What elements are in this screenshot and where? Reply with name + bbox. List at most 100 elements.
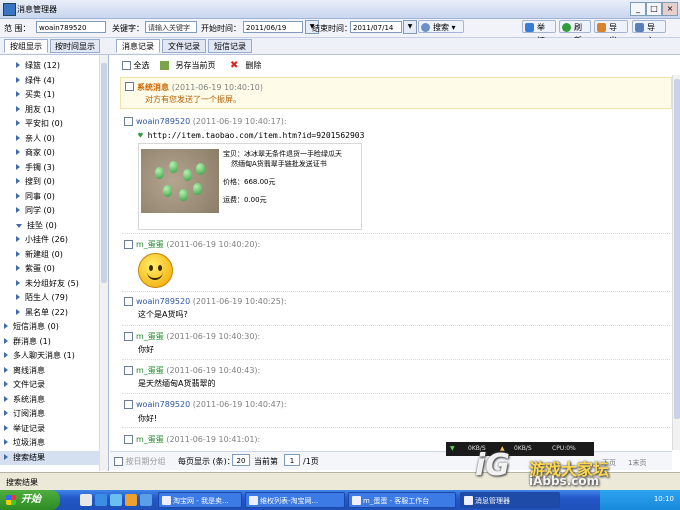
collapsed-arrow-icon[interactable] [4,395,8,402]
tab-file-records[interactable]: 文件记录 [162,39,206,53]
collapsed-arrow-icon[interactable] [4,366,8,373]
sidebar-item[interactable]: 系统消息 [0,393,100,407]
end-date-dropdown-icon[interactable]: ▼ [403,20,417,34]
ie-icon[interactable] [95,494,107,506]
message-scroll-thumb[interactable] [674,79,680,419]
scope-field[interactable]: woain789520 [36,21,106,33]
sidebar-item[interactable]: 新建组 (0) [0,248,100,262]
message-scrollbar[interactable] [672,75,680,450]
sidebar-item[interactable]: 搜到 (0) [0,175,100,189]
keyword-input[interactable]: 请输入关键字 [145,21,197,33]
collapsed-arrow-icon[interactable] [16,265,20,271]
sidebar-item[interactable]: 平安扣 (0) [0,117,100,131]
sidebar-item[interactable]: 绿篮 (12) [0,59,100,73]
sidebar-item[interactable]: 商家 (0) [0,146,100,160]
import-button[interactable]: 导入 [632,20,666,45]
per-page-input[interactable]: 20 [232,454,250,466]
sidebar-scrollbar[interactable] [99,55,108,471]
collapsed-arrow-icon[interactable] [4,337,8,344]
collapsed-arrow-icon[interactable] [16,134,20,141]
collapsed-arrow-icon[interactable] [4,453,8,460]
tab-sms-records[interactable]: 短信记录 [208,39,252,53]
collapsed-arrow-icon[interactable] [4,439,8,445]
start-date-field[interactable]: 2011/06/19 [243,21,303,33]
sidebar-item[interactable]: 未分组好友 (5) [0,277,100,291]
refresh-button[interactable]: 刷新 [559,20,591,45]
collapsed-arrow-icon[interactable] [16,192,20,199]
select-all-checkbox[interactable]: 全选 [122,60,150,72]
sidebar-item[interactable]: 同学 (0) [0,204,100,218]
sidebar-item[interactable]: 群消息 (1) [0,335,100,349]
collapsed-arrow-icon[interactable] [4,352,8,358]
sidebar-item[interactable]: 手镯 (3) [0,161,100,175]
taskbar-button-rights[interactable]: 维权列表-淘宝网... [245,492,345,508]
sidebar-item[interactable]: 朋友 (1) [0,103,100,117]
message-checkbox[interactable] [124,332,133,341]
collapsed-arrow-icon[interactable] [16,149,20,155]
collapsed-arrow-icon[interactable] [16,236,20,242]
message-checkbox[interactable] [125,82,134,91]
sidebar-item[interactable]: 黑名单 (22) [0,306,100,320]
taskbar-button-taobao[interactable]: 淘宝网 - 我是卖... [158,492,242,508]
sidebar-item[interactable]: 垃圾消息 [0,436,100,450]
end-date-field[interactable]: 2011/07/14 [350,21,402,33]
group-by-date-checkbox[interactable]: 按日期分组 [114,456,166,467]
message-checkbox[interactable] [124,297,133,306]
product-card[interactable]: 宝贝：冰冰翠无条件退货一手睑绿瓜天 然缅甸A货翡翠手链批发送证书 价格：668.… [138,143,362,230]
collapsed-arrow-icon[interactable] [16,250,20,257]
sidebar-item[interactable]: 搜索结果 [0,450,100,465]
collapsed-arrow-icon[interactable] [16,178,20,184]
collapsed-arrow-icon[interactable] [16,91,20,97]
media-icon[interactable] [140,494,152,506]
sidebar-item[interactable]: 紫蛋 (0) [0,262,100,276]
search-button[interactable]: 搜索 ▾ [418,20,464,33]
sidebar-item[interactable]: 亲人 (0) [0,132,100,146]
product-link-text[interactable]: http://item.taobao.com/item.htm?id=92015… [148,131,365,140]
collapsed-arrow-icon[interactable] [16,105,20,112]
collapsed-arrow-icon[interactable] [16,308,20,315]
tab-by-time[interactable]: 按时间显示 [50,39,100,53]
sidebar-item[interactable]: 同事 (0) [0,190,100,204]
current-page-input[interactable]: 1 [284,454,300,466]
message-checkbox[interactable] [124,400,133,409]
export-button[interactable]: 导出 [594,20,628,45]
expanded-arrow-icon[interactable] [16,223,22,228]
collapsed-arrow-icon[interactable] [16,120,20,126]
close-button[interactable]: × [662,2,678,16]
tab-message-records[interactable]: 消息记录 [116,39,160,53]
maximize-button[interactable]: □ [646,2,662,16]
message-checkbox[interactable] [124,240,133,249]
collapsed-arrow-icon[interactable] [16,207,20,213]
sidebar-item[interactable]: 离线消息 [0,364,100,378]
sidebar-item[interactable]: 短信消息 (0) [0,320,100,334]
message-checkbox[interactable] [124,117,133,126]
start-button[interactable]: 开始 [0,490,60,510]
taskbar-button-workbench[interactable]: m_蛋蛋 - 客服工作台 [348,492,456,508]
folder-icon[interactable] [125,494,137,506]
collapsed-arrow-icon[interactable] [16,294,20,300]
message-checkbox[interactable] [124,435,133,444]
collapsed-arrow-icon[interactable] [4,381,8,387]
save-page-button[interactable]: 另存当前页 [160,60,216,72]
sidebar-item[interactable]: 多人聊天消息 (1) [0,349,100,363]
minimize-button[interactable]: _ [630,2,646,16]
collapsed-arrow-icon[interactable] [16,163,20,170]
message-checkbox[interactable] [124,366,133,375]
sidebar-item[interactable]: 绿件 (4) [0,74,100,88]
sidebar-item[interactable]: 挂坠 (0) [0,219,100,233]
sidebar-item[interactable]: 文件记录 [0,378,100,392]
sidebar-item[interactable]: 陌生人 (79) [0,291,100,305]
collapsed-arrow-icon[interactable] [4,410,8,416]
taskbar-button-message-manager[interactable]: 消息管理器 [460,492,560,508]
collapsed-arrow-icon[interactable] [16,62,20,68]
collapsed-arrow-icon[interactable] [4,323,8,329]
collapsed-arrow-icon[interactable] [4,424,8,431]
product-link[interactable]: ♥ http://item.taobao.com/item.htm?id=920… [138,131,364,140]
messenger-icon[interactable] [110,494,122,506]
sidebar-item[interactable]: 买卖 (1) [0,88,100,102]
sidebar-item[interactable]: 举证记录 [0,422,100,436]
sidebar-item[interactable]: 小挂件 (26) [0,233,100,247]
delete-button[interactable]: ✖ 删除 [230,60,262,72]
sidebar-item[interactable]: 订阅消息 [0,407,100,421]
report-button[interactable]: 举证 [522,20,556,45]
